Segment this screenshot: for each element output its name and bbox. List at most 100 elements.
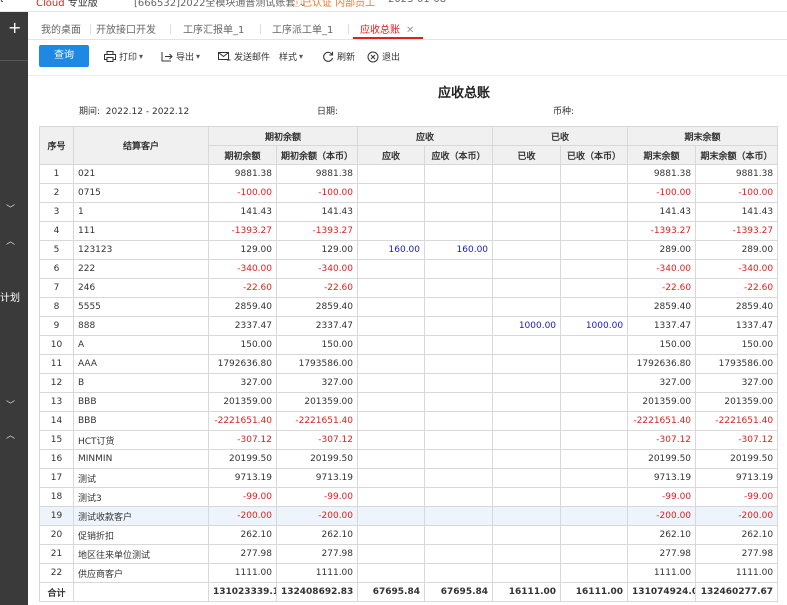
table-row[interactable]: 17 测试 9713.19 9713.19 9713.19 9713.19 xyxy=(39,468,779,488)
exit-icon xyxy=(367,51,379,62)
style-dropdown[interactable]: 样式 ▾ xyxy=(279,50,303,63)
table-row[interactable]: 5 123123 129.00 129.00 160.00 160.00 289.00 289… xyxy=(39,240,779,260)
rail-menu-label[interactable]: 计划 xyxy=(0,289,20,304)
header-received-base[interactable]: 已收（本币） xyxy=(560,145,629,165)
header-customer[interactable]: 结算客户 xyxy=(73,126,209,165)
table-row[interactable]: 15 HCT订货 -307.12 -307.12 -307.12 -307.12 xyxy=(39,430,779,450)
tab-desktop[interactable]: 我的桌面 xyxy=(41,21,81,36)
cell-opening-base: 1793586.00 xyxy=(275,354,359,374)
date-label: 日期: xyxy=(317,107,339,117)
table-row[interactable]: 8 5555 2859.40 2859.40 2859.40 2859.40 xyxy=(39,297,779,317)
table-row[interactable]: 16 MINMIN 20199.50 20199.50 20199.50 20199.50 xyxy=(39,449,779,469)
period-label: 期间: xyxy=(79,107,101,117)
report-title: 应收总账 xyxy=(438,86,491,101)
table-row[interactable]: 21 地区往来单位测试 277.98 277.98 277.98 277.98 xyxy=(39,544,779,564)
cell-seq: 12 xyxy=(39,373,74,393)
cell-opening-base: 2859.40 xyxy=(275,297,359,317)
table-row[interactable]: 9 888 2337.47 2337.47 1000.00 1000.00 1337.47 1… xyxy=(39,316,779,336)
cell-received-base xyxy=(560,411,629,431)
table-row[interactable]: 12 B 327.00 327.00 327.00 327.00 xyxy=(39,373,779,393)
print-button[interactable]: 打印 ▾ xyxy=(104,50,143,63)
tenant-selector[interactable]: [666532]2022全模块通普测试账套 ⌄ xyxy=(134,0,307,9)
cell-received-base xyxy=(560,278,629,298)
cell-closing: 327.00 xyxy=(627,373,697,393)
cell-received-base xyxy=(560,544,629,564)
refresh-label: 刷新 xyxy=(337,53,356,63)
chevron-down-icon: ▾ xyxy=(139,52,144,61)
cell-opening-base: -1393.27 xyxy=(275,221,359,241)
cell-received xyxy=(492,411,562,431)
header-receivable[interactable]: 应收 xyxy=(357,145,426,165)
header-closing-base[interactable]: 期末余额（本币） xyxy=(695,145,779,165)
total-cell-received-base: 16111.00 xyxy=(560,582,629,602)
total-cell-receivable-base: 67695.84 xyxy=(424,582,494,602)
table-row[interactable]: 11 AAA 1792636.80 1793586.00 1792636.80 17935… xyxy=(39,354,779,374)
chevron-down-icon[interactable]: ﹀ xyxy=(6,202,15,215)
cell-receivable-base xyxy=(424,297,494,317)
cell-opening-base: 20199.50 xyxy=(275,449,359,469)
table-row[interactable]: 19 测试收款客户 -200.00 -200.00 -200.00 -200.00 xyxy=(39,506,779,526)
add-icon[interactable]: + xyxy=(8,20,21,36)
cell-customer: 供应商客户 xyxy=(73,563,209,583)
cell-customer: 021 xyxy=(73,164,209,184)
table-row[interactable]: 18 测试3 -99.00 -99.00 -99.00 -99.00 xyxy=(39,487,779,507)
table-row[interactable]: 14 BBB -2221651.40 -2221651.40 -2221651.40 -2… xyxy=(39,411,779,431)
tab-receivable-ledger[interactable]: 应收总账 ✕ xyxy=(360,21,414,36)
cell-seq: 16 xyxy=(39,449,74,469)
table-row[interactable]: 3 1 141.43 141.43 141.43 141.43 xyxy=(39,202,779,222)
cell-opening-base: 262.10 xyxy=(275,525,359,545)
cell-opening-base: 201359.00 xyxy=(275,392,359,412)
cell-received-base xyxy=(560,297,629,317)
exit-button[interactable]: 退出 xyxy=(367,50,400,63)
app-logo[interactable]: Cloud 专业版 xyxy=(36,0,98,9)
table-row[interactable]: 2 0715 -100.00 -100.00 -100.00 -100.00 xyxy=(39,183,779,203)
header-closing[interactable]: 期末余额 xyxy=(627,145,697,165)
tab-process-dispatch[interactable]: 工序派工单_1 xyxy=(272,21,333,36)
cell-received-base xyxy=(560,373,629,393)
table-row[interactable]: 7 246 -22.60 -22.60 -22.60 -22.60 xyxy=(39,278,779,298)
table-row[interactable]: 13 BBB 201359.00 201359.00 201359.00 201359.0… xyxy=(39,392,779,412)
cell-receivable-base xyxy=(424,221,494,241)
cell-received: 1000.00 xyxy=(492,316,562,336)
cell-opening-base: 150.00 xyxy=(275,335,359,355)
cell-customer: B xyxy=(73,373,209,393)
chevron-up-icon[interactable]: ︿ xyxy=(6,234,15,247)
header-seq[interactable]: 序号 xyxy=(39,126,74,165)
cell-customer: 1 xyxy=(73,202,209,222)
chevron-down-icon[interactable]: ﹀ xyxy=(6,398,15,411)
tab-open-api[interactable]: 开放接口开发 xyxy=(96,21,156,36)
cell-closing-base: 9713.19 xyxy=(695,468,779,488)
total-cell-opening-base: 132408692.83 xyxy=(275,582,359,602)
cell-receivable-base xyxy=(424,354,494,374)
header-opening[interactable]: 期初余额 xyxy=(208,145,277,165)
cell-receivable-base xyxy=(424,430,494,450)
refresh-button[interactable]: 刷新 xyxy=(322,50,355,63)
cell-received xyxy=(492,202,562,222)
cell-opening: 1111.00 xyxy=(208,563,277,583)
export-button[interactable]: 导出 ▾ xyxy=(161,50,200,63)
cell-closing: 289.00 xyxy=(627,240,697,260)
logo-main: Cloud xyxy=(36,0,65,9)
send-email-button[interactable]: 发送邮件 xyxy=(218,50,270,63)
cell-customer: 0715 xyxy=(73,183,209,203)
cell-opening-base: 327.00 xyxy=(275,373,359,393)
cell-closing: -307.12 xyxy=(627,430,697,450)
header-receivable-base[interactable]: 应收（本币） xyxy=(424,145,494,165)
header-received[interactable]: 已收 xyxy=(492,145,562,165)
cell-opening-base: -307.12 xyxy=(275,430,359,450)
current-date: 2023-01-08 xyxy=(388,0,446,5)
chevron-up-icon[interactable]: ︿ xyxy=(6,428,15,441)
cell-receivable-base xyxy=(424,259,494,279)
table-row[interactable]: 22 供应商客户 1111.00 1111.00 1111.00 1111.00 xyxy=(39,563,779,583)
style-label: 样式 xyxy=(279,53,298,63)
query-button[interactable]: 查询 xyxy=(39,45,89,67)
tab-process-report[interactable]: 工序汇报单_1 xyxy=(183,21,244,36)
table-row[interactable]: 4 111 -1393.27 -1393.27 -1393.27 -1393.27 xyxy=(39,221,779,241)
table-row[interactable]: 10 A 150.00 150.00 150.00 150.00 xyxy=(39,335,779,355)
table-row[interactable]: 20 促销折扣 262.10 262.10 262.10 262.10 xyxy=(39,525,779,545)
table-row[interactable]: 6 222 -340.00 -340.00 -340.00 -340.00 xyxy=(39,259,779,279)
header-opening-base[interactable]: 期初余额（本币） xyxy=(275,145,359,165)
table-row[interactable]: 1 021 9881.38 9881.38 9881.38 9881.38 xyxy=(39,164,779,184)
cell-opening-base: -100.00 xyxy=(275,183,359,203)
close-icon[interactable]: ✕ xyxy=(406,25,414,36)
